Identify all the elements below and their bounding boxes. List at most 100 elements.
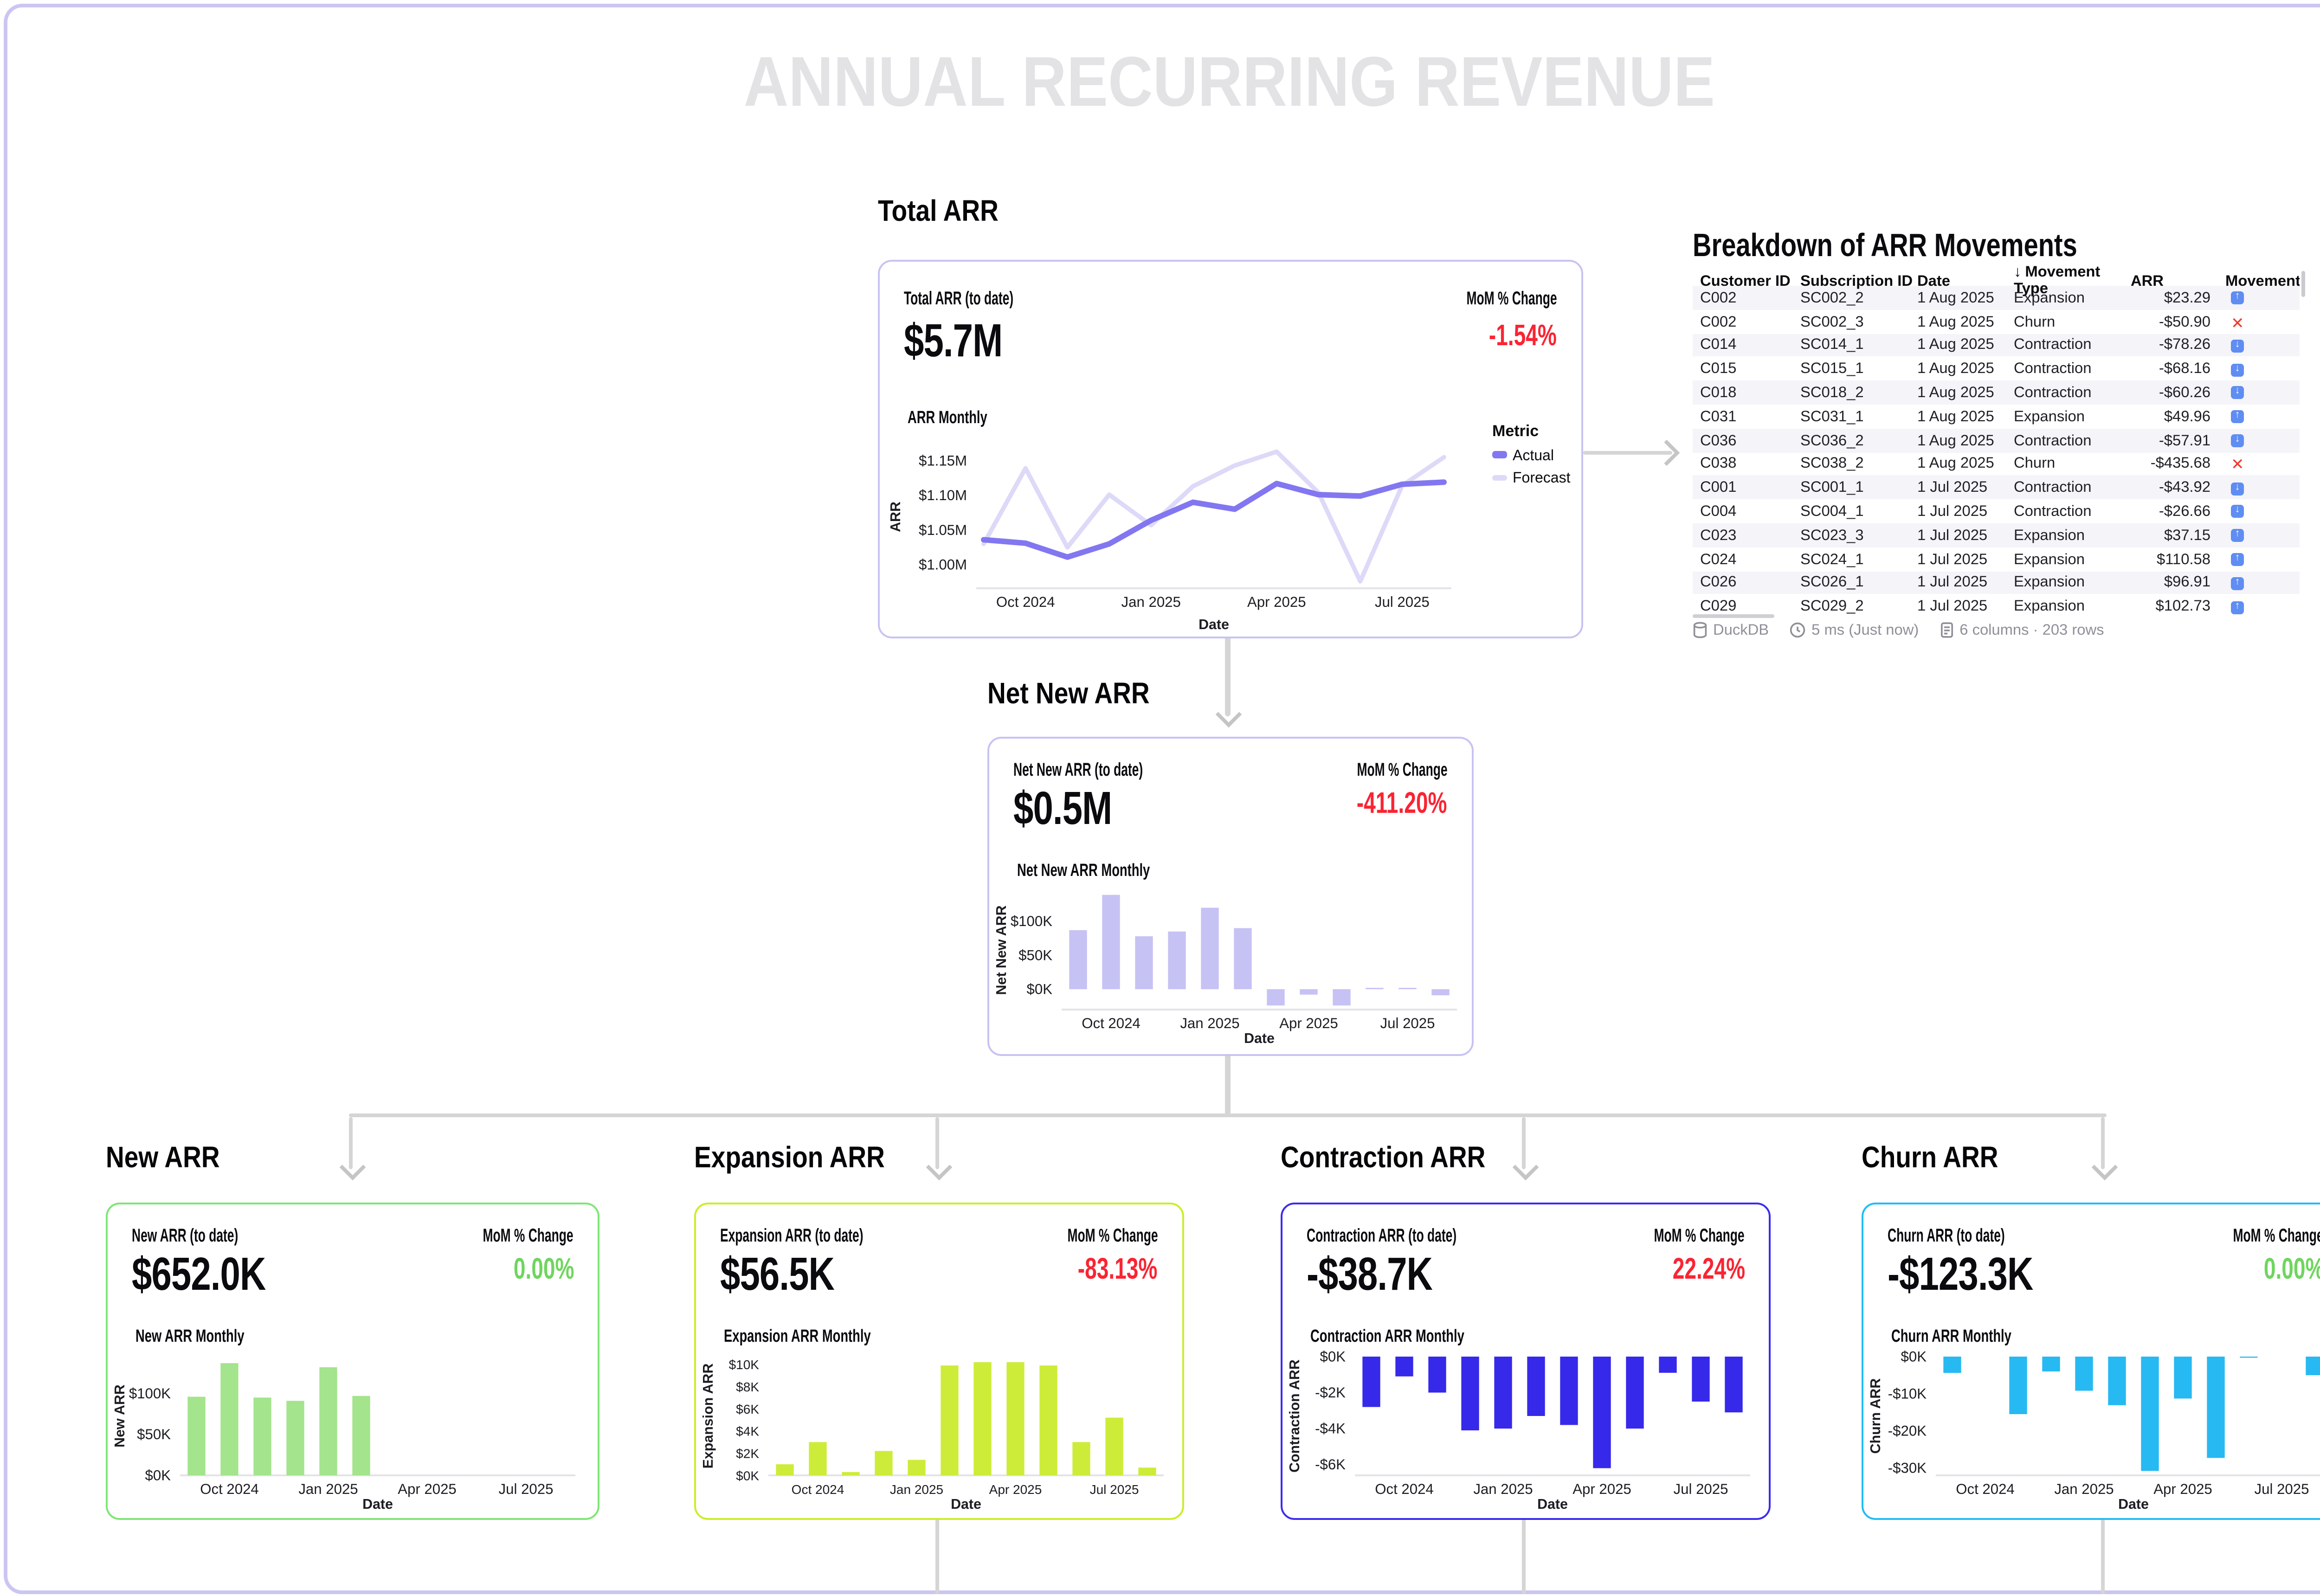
svg-text:$1.00M: $1.00M [919, 557, 967, 573]
cell-customer-id: C015 [1700, 360, 1800, 377]
svg-text:$1.10M: $1.10M [919, 487, 967, 503]
expansion-arr-bar-chart: $0K$2K$4K$6K$8K$10KExpansion ARROct 2024… [703, 1349, 1171, 1512]
svg-text:Contraction ARR: Contraction ARR [1287, 1359, 1302, 1473]
svg-text:-$30K: -$30K [1888, 1460, 1927, 1476]
svg-text:$8K: $8K [736, 1380, 759, 1394]
column-header-movement[interactable]: Movement [2216, 272, 2300, 289]
cell-movement-type: Churn [2014, 456, 2131, 472]
cell-date: 1 Jul 2025 [1917, 503, 2014, 520]
svg-text:Jan 2025: Jan 2025 [1180, 1015, 1239, 1031]
cell-movement: ↑ [2216, 551, 2300, 567]
svg-text:Jul 2025: Jul 2025 [2255, 1481, 2309, 1497]
legend-label: Forecast [1513, 470, 1571, 486]
svg-text:Apr 2025: Apr 2025 [989, 1482, 1042, 1497]
arr-dashboard: ANNUAL RECURRING REVENUE Total ARR Net N… [0, 0, 2320, 1596]
mom-value: 22.24% [1644, 1255, 1745, 1288]
connector-netnew-stem [1225, 1052, 1230, 1115]
movement-icon: ↓ [2231, 339, 2244, 352]
cell-arr: $37.15 [2131, 527, 2216, 543]
svg-text:Apr 2025: Apr 2025 [1247, 594, 1306, 610]
cell-arr: -$50.90 [2131, 313, 2216, 330]
chart-title: Net New ARR Monthly [1017, 861, 1202, 882]
column-header-arr[interactable]: ARR [2131, 272, 2216, 289]
section-heading-churn-arr: Churn ARR [1862, 1143, 2021, 1177]
column-header-date[interactable]: Date [1917, 272, 2014, 289]
svg-text:Jan 2025: Jan 2025 [1121, 594, 1181, 610]
svg-text:Jul 2025: Jul 2025 [1375, 594, 1430, 610]
kpi-label: New ARR (to date) [132, 1227, 293, 1247]
column-header-subscription-id[interactable]: Subscription ID [1800, 272, 1917, 289]
svg-text:$0K: $0K [1027, 981, 1053, 998]
cell-arr: -$435.68 [2131, 456, 2216, 472]
cell-movement-type: Expansion [2014, 574, 2131, 591]
cell-customer-id: C004 [1700, 503, 1800, 520]
cell-arr: $23.29 [2131, 290, 2216, 306]
table-row: C002 SC002_2 1 Aug 2025 Expansion $23.29… [1693, 286, 2300, 309]
svg-text:Date: Date [951, 1496, 981, 1512]
kpi-value: $56.5K [720, 1249, 866, 1303]
column-header-customer-id[interactable]: Customer ID [1700, 272, 1800, 289]
movement-icon: ✕ [2231, 315, 2244, 329]
chart-title: ARR Monthly [908, 408, 1018, 429]
movement-icon: ↑ [2231, 529, 2244, 542]
table-shape: 6 columns · 203 rows [1939, 622, 2104, 638]
net-new-arr-bar-chart: $0K$50K$100KNet New ARROct 2024Jan 2025A… [997, 883, 1464, 1047]
svg-text:Date: Date [1199, 617, 1229, 632]
mom-value: -1.54% [1463, 321, 1557, 354]
cell-arr: -$78.26 [2131, 337, 2216, 354]
table-row: C036 SC036_2 1 Aug 2025 Contraction -$57… [1693, 428, 2300, 452]
arr-movements-table[interactable]: Customer ID Subscription ID Date ↓ Moveme… [1693, 264, 2300, 616]
cell-movement: ↑ [2216, 598, 2300, 615]
svg-text:Date: Date [2118, 1496, 2149, 1512]
cell-date: 1 Aug 2025 [1917, 337, 2014, 354]
cell-movement: ↓ [2216, 479, 2300, 496]
cell-movement: ↑ [2216, 408, 2300, 425]
kpi-value: -$38.7K [1307, 1249, 1468, 1303]
mom-label: MoM % Change [2186, 1227, 2320, 1247]
arrowhead-down-icon [2092, 1154, 2118, 1181]
svg-text:Oct 2024: Oct 2024 [1082, 1015, 1141, 1031]
svg-text:$50K: $50K [1018, 947, 1052, 963]
svg-text:Date: Date [1244, 1030, 1275, 1046]
svg-text:$4K: $4K [736, 1424, 759, 1439]
cell-date: 1 Aug 2025 [1917, 384, 2014, 401]
cell-subscription-id: SC002_3 [1800, 313, 1917, 330]
arrowhead-down-icon [340, 1154, 366, 1181]
cell-customer-id: C014 [1700, 337, 1800, 354]
cell-arr: $49.96 [2131, 408, 2216, 425]
cell-customer-id: C024 [1700, 551, 1800, 567]
arrowhead-down-icon [1216, 701, 1242, 728]
mom-label: MoM % Change [1607, 1227, 1745, 1247]
kpi-value: $5.7M [904, 315, 1030, 369]
table-vertical-scrollbar[interactable] [2301, 271, 2306, 297]
svg-text:$2K: $2K [736, 1447, 759, 1461]
svg-text:Oct 2024: Oct 2024 [200, 1481, 259, 1497]
svg-text:-$4K: -$4K [1315, 1421, 1346, 1437]
svg-text:$0K: $0K [145, 1467, 171, 1483]
table-horizontal-scrollbar[interactable] [1693, 614, 1774, 618]
cell-arr: $96.91 [2131, 574, 2216, 591]
movement-icon: ↓ [2231, 482, 2244, 495]
svg-text:Apr 2025: Apr 2025 [1279, 1015, 1338, 1031]
forecast-series-marker-icon [1492, 475, 1507, 481]
chart-title: New ARR Monthly [135, 1327, 287, 1347]
connector-below-expansion [935, 1516, 940, 1594]
table-header-row: Customer ID Subscription ID Date ↓Moveme… [1693, 264, 2300, 286]
cell-arr: $102.73 [2131, 598, 2216, 615]
svg-text:ARR: ARR [888, 502, 903, 532]
svg-text:Date: Date [1537, 1496, 1568, 1512]
cell-movement: ✕ [2216, 456, 2300, 472]
cell-date: 1 Jul 2025 [1917, 479, 2014, 496]
svg-text:$0K: $0K [736, 1468, 759, 1483]
arrowhead-down-icon [926, 1154, 953, 1181]
chart-title: Churn ARR Monthly [1891, 1327, 2058, 1347]
cell-subscription-id: SC002_2 [1800, 290, 1917, 306]
svg-text:$100K: $100K [1011, 913, 1052, 929]
cell-movement: ↓ [2216, 384, 2300, 401]
chart-title: Expansion ARR Monthly [724, 1327, 928, 1347]
cell-movement: ↓ [2216, 432, 2300, 449]
database-icon [1693, 622, 1708, 638]
kpi-label: Net New ARR (to date) [1013, 761, 1210, 781]
svg-text:Churn ARR: Churn ARR [1868, 1378, 1883, 1454]
cell-arr: -$26.66 [2131, 503, 2216, 520]
